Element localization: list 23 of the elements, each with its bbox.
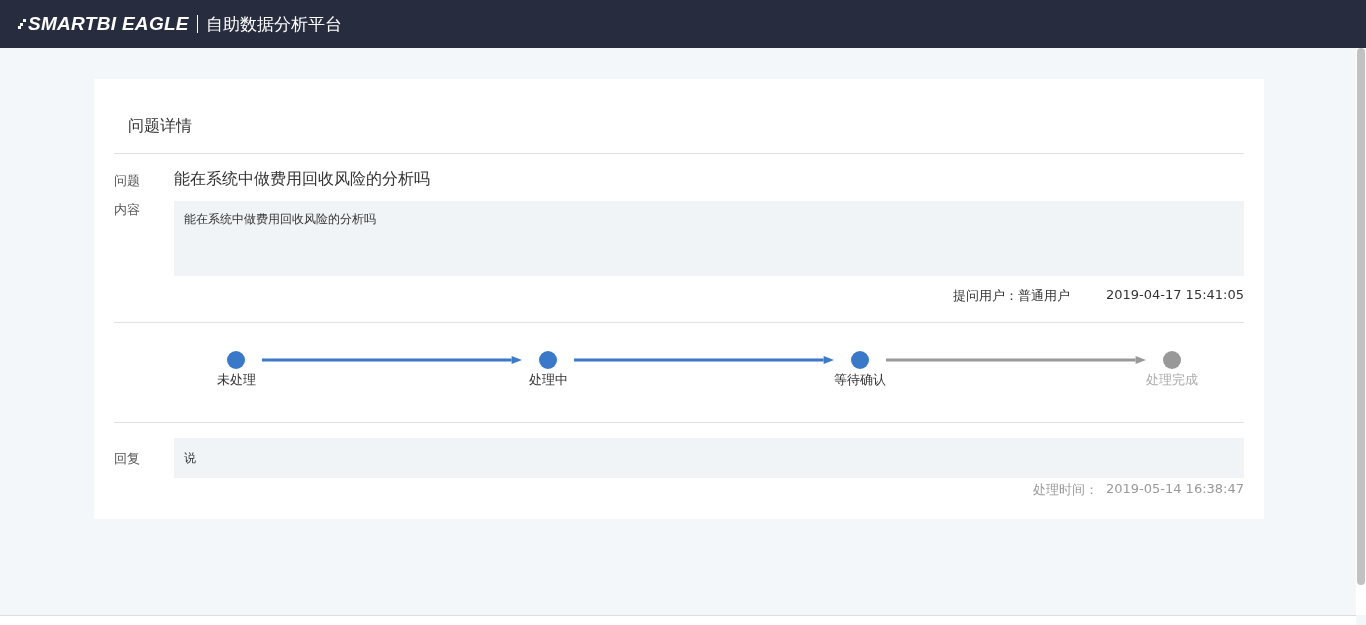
- handled-time: 2019-05-14 16:38:47: [1105, 481, 1244, 498]
- step-label: 未处理: [216, 371, 256, 389]
- field-label: 回复: [114, 450, 141, 468]
- horizontal-scrollbar[interactable]: [0, 615, 1356, 625]
- arrow-icon: [886, 356, 1146, 364]
- question-text: 能在系统中做费用回收风险的分析吗: [174, 169, 430, 190]
- field-label: 内容: [114, 201, 141, 219]
- app-title: 自助数据分析平台: [205, 12, 342, 36]
- arrow-icon: [262, 356, 522, 364]
- step-label: 处理完成: [1146, 371, 1198, 389]
- card-title: 问题详情: [128, 116, 192, 135]
- dots-icon: [18, 19, 26, 29]
- vertical-scrollbar[interactable]: [1356, 48, 1366, 615]
- field-label: 问题: [114, 172, 141, 190]
- asked-time: 2019-04-17 15:41:05: [1105, 287, 1244, 304]
- reply-box: 说: [174, 438, 1244, 478]
- arrow-icon: [574, 356, 834, 364]
- handled-label: 处理时间：: [1032, 481, 1098, 499]
- content-box: 能在系统中做费用回收风险的分析吗: [174, 201, 1244, 276]
- step-label: 等待确认: [834, 371, 886, 389]
- logo-text: SMARTBI EAGLE: [28, 13, 189, 35]
- step-label: 处理中: [528, 371, 568, 389]
- asker-text: 提问用户：普通用户: [952, 287, 1070, 305]
